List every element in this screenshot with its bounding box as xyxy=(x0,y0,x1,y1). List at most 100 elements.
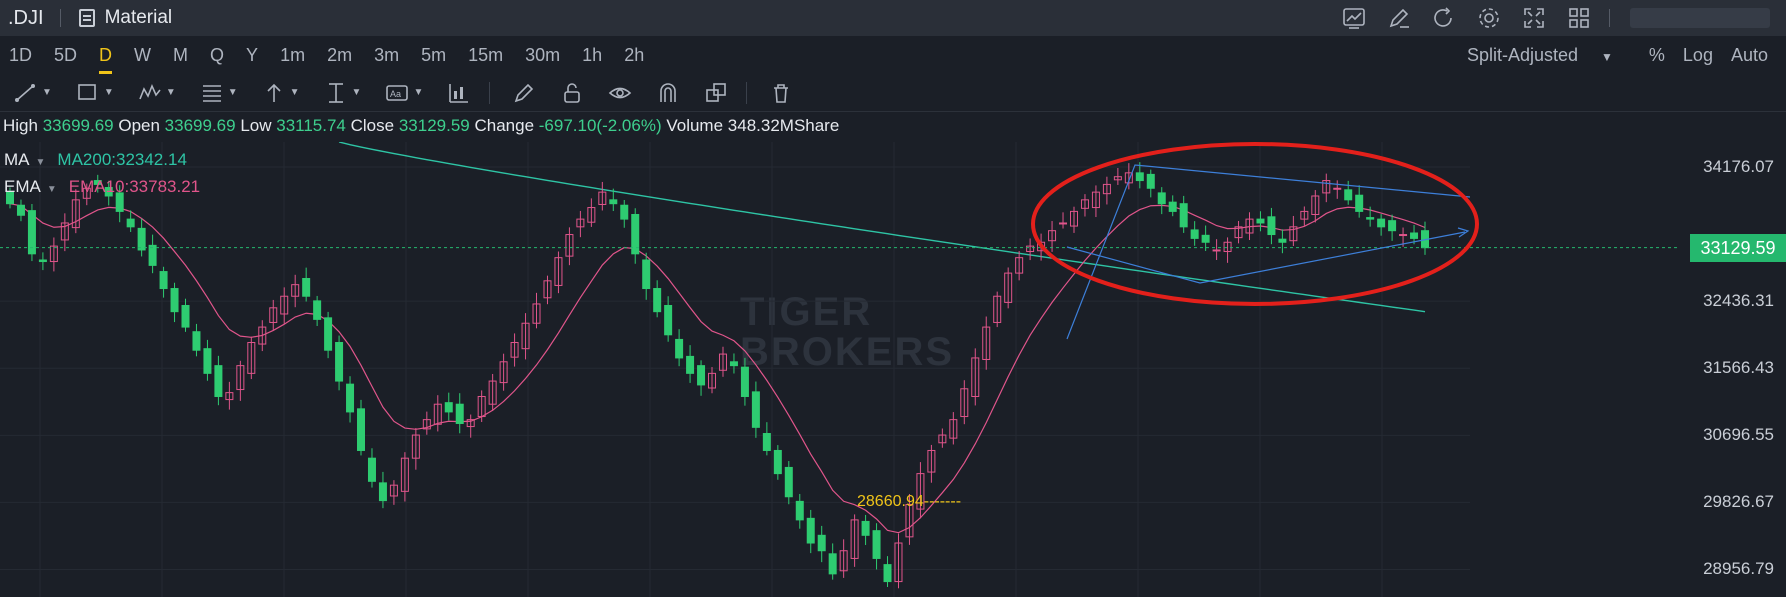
clone-button[interactable] xyxy=(704,74,728,112)
ma-caret-icon[interactable]: ▼ xyxy=(36,157,46,168)
candle-body xyxy=(1190,229,1199,239)
price-axis[interactable]: 34176.07 32436.31 31566.43 30696.55 29826.67… xyxy=(1686,142,1786,597)
symbol-label[interactable]: .DJI xyxy=(8,7,44,30)
candle-body xyxy=(192,331,201,351)
candle-body xyxy=(740,366,749,397)
eye-button[interactable] xyxy=(608,74,632,112)
grid-layout-icon[interactable] xyxy=(1565,4,1593,32)
triangle-lower-trendline xyxy=(1066,231,1466,284)
chevron-down-icon[interactable]: ▼ xyxy=(413,87,423,98)
ma-legend[interactable]: MA ▼ MA200:32342.14 xyxy=(4,150,187,170)
layout-document-icon[interactable] xyxy=(78,9,95,27)
period-q[interactable]: Q xyxy=(210,45,224,66)
price-tick: 32436.31 xyxy=(1703,291,1774,311)
magnet-button[interactable] xyxy=(656,74,680,112)
ema-caret-icon[interactable]: ▼ xyxy=(47,184,57,195)
candle-body xyxy=(1377,218,1386,228)
account-avatar[interactable] xyxy=(1630,8,1770,28)
candle-body xyxy=(664,304,673,336)
chevron-down-icon[interactable]: ▼ xyxy=(42,87,52,98)
chevron-down-icon[interactable]: ▼ xyxy=(166,87,176,98)
period-15m[interactable]: 15m xyxy=(468,45,503,66)
period-1h[interactable]: 1h xyxy=(582,45,602,66)
chevron-down-icon[interactable]: ▼ xyxy=(104,87,114,98)
layout-name[interactable]: Material xyxy=(105,7,173,29)
candle-body xyxy=(137,227,146,251)
period-1m[interactable]: 1m xyxy=(280,45,305,66)
text-tool-button[interactable]: Aa ▼ xyxy=(385,74,423,112)
candle-body xyxy=(1333,187,1342,190)
candle-body xyxy=(181,304,190,328)
candle-body xyxy=(697,365,706,386)
change-value: -697.10(-2.06%) xyxy=(538,116,662,135)
log-toggle[interactable]: Log xyxy=(1683,45,1713,66)
pen-button[interactable] xyxy=(512,74,536,112)
drawing-toolbar: ▼ ▼ ▼ ▼ ▼ ▼ Aa ▼ xyxy=(0,74,1786,112)
candle-body xyxy=(883,564,892,583)
price-tick: 31566.43 xyxy=(1703,358,1774,378)
pattern-tool-button[interactable]: ▼ xyxy=(138,74,176,112)
period-5m[interactable]: 5m xyxy=(421,45,446,66)
period-30m[interactable]: 30m xyxy=(525,45,560,66)
candle-body xyxy=(16,204,25,216)
chart-area[interactable]: TIGER BROKERS MA ▼ MA200:32342.14 EMA ▼ EMA1… xyxy=(0,142,1786,597)
candle-body xyxy=(170,288,179,313)
candle-body xyxy=(620,204,629,220)
line-tool-icon xyxy=(15,83,35,102)
candle-body xyxy=(653,288,662,313)
period-w[interactable]: W xyxy=(134,45,151,66)
candle-body xyxy=(38,259,47,263)
candle-body xyxy=(872,530,881,559)
period-m[interactable]: M xyxy=(173,45,188,66)
percent-toggle[interactable]: % xyxy=(1649,45,1665,66)
candle-body xyxy=(378,482,387,502)
volume-value: 348.32MShare xyxy=(727,116,840,135)
period-1d[interactable]: 1D xyxy=(9,45,32,66)
clone-icon xyxy=(706,82,727,102)
rectangle-tool-button[interactable]: ▼ xyxy=(76,74,114,112)
period-5d[interactable]: 5D xyxy=(54,45,77,66)
auto-toggle[interactable]: Auto xyxy=(1731,45,1768,66)
split-adjusted-dropdown[interactable]: Split-Adjusted ▼ xyxy=(1467,45,1631,66)
magnet-icon xyxy=(660,82,677,102)
candle-body xyxy=(795,500,804,521)
chart-options: Split-Adjusted ▼% Log Auto xyxy=(1467,36,1786,74)
line-tool-button[interactable]: ▼ xyxy=(14,74,52,112)
chart-icon[interactable] xyxy=(1340,4,1368,32)
price-chart[interactable] xyxy=(0,142,1680,597)
ohlc-info: High 33699.69 Open 33699.69 Low 33115.74… xyxy=(0,116,1786,142)
period-3m[interactable]: 3m xyxy=(374,45,399,66)
measure-tool-button[interactable]: ▼ xyxy=(324,74,362,112)
lock-button[interactable] xyxy=(560,74,584,112)
candle-body xyxy=(203,348,212,374)
lock-icon xyxy=(564,82,581,103)
chevron-down-icon[interactable]: ▼ xyxy=(228,87,238,98)
edit-icon[interactable] xyxy=(1385,4,1413,32)
candle-body xyxy=(1212,249,1221,252)
ema-legend[interactable]: EMA ▼ EMA10:33783.21 xyxy=(4,177,200,197)
candle-body xyxy=(1399,234,1408,237)
arrow-tool-button[interactable]: ▼ xyxy=(262,74,300,112)
ema-legend-value: EMA10:33783.21 xyxy=(68,177,201,196)
settings-icon[interactable] xyxy=(1475,4,1503,32)
price-tick: 34176.07 xyxy=(1703,156,1774,176)
candle-body xyxy=(1388,220,1397,232)
period-y[interactable]: Y xyxy=(246,45,258,66)
refresh-icon[interactable] xyxy=(1430,4,1458,32)
period-d[interactable]: D xyxy=(99,45,113,74)
open-label: Open xyxy=(118,116,160,135)
triangle-upper-trendline xyxy=(1066,164,1471,340)
chevron-down-icon[interactable]: ▼ xyxy=(352,87,362,98)
period-2m[interactable]: 2m xyxy=(327,45,352,66)
period-2h[interactable]: 2h xyxy=(624,45,644,66)
indicator-tool-button[interactable] xyxy=(447,74,471,112)
trash-button[interactable] xyxy=(769,74,793,112)
dropdown-caret-icon: ▼ xyxy=(1601,49,1613,64)
low-label: Low xyxy=(240,116,272,135)
fibonacci-tool-button[interactable]: ▼ xyxy=(200,74,238,112)
chevron-down-icon[interactable]: ▼ xyxy=(290,87,300,98)
fullscreen-icon[interactable] xyxy=(1520,4,1548,32)
close-value: 33129.59 xyxy=(398,116,470,135)
period-bar: 1D 5D D W M Q Y 1m 2m 3m 5m 15m 30m 1h 2h Split-Adjuste… xyxy=(0,36,1786,74)
candle-body xyxy=(762,433,771,451)
